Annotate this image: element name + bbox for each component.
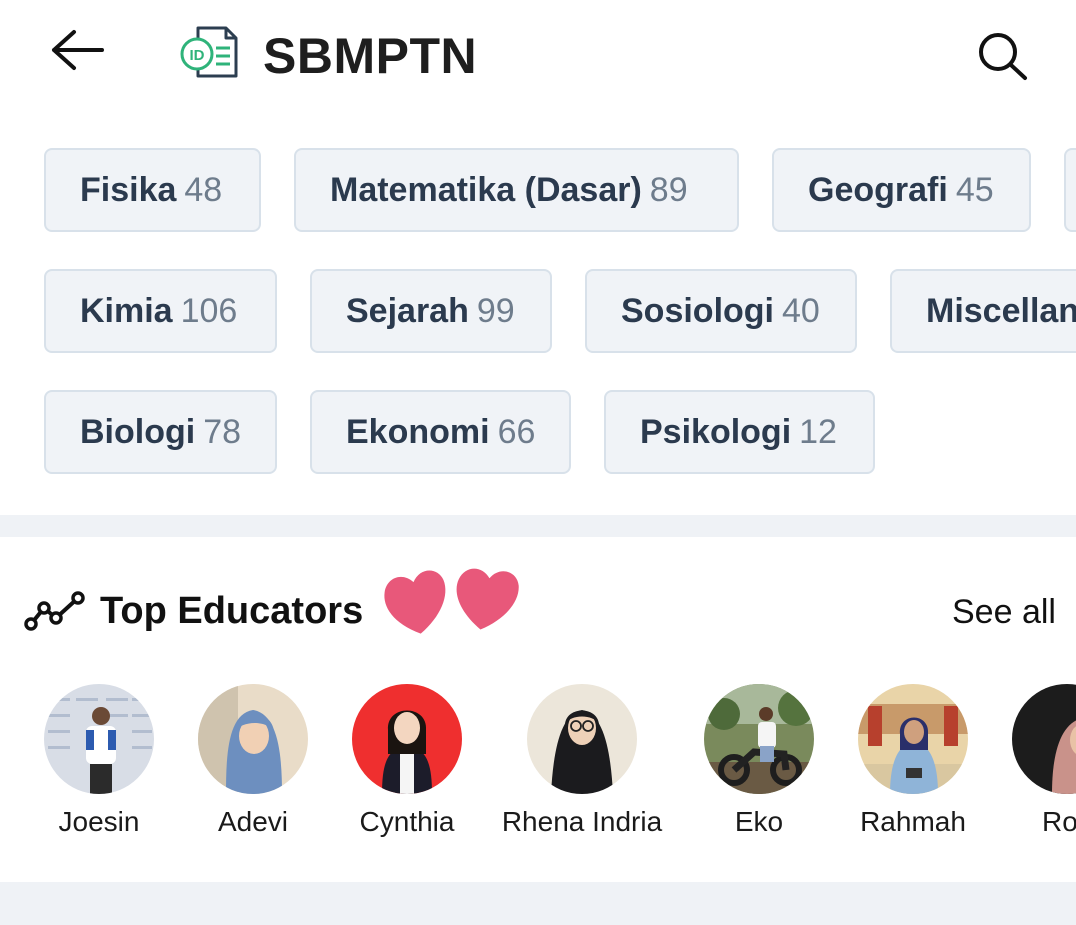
subject-count: 89: [649, 171, 688, 209]
trend-line-icon: [24, 591, 85, 631]
educator-item[interactable]: Ros: [979, 684, 1076, 844]
subject-count: 66: [497, 413, 536, 451]
educator-item[interactable]: Rahmah: [825, 684, 1001, 844]
subject-chip[interactable]: Biologi 78: [44, 390, 277, 474]
subject-count: 12: [799, 413, 837, 451]
subject-chip[interactable]: Sejarah 99: [310, 269, 552, 353]
subject-chip[interactable]: Kimia 106: [44, 269, 277, 353]
section-title: Top Educators: [100, 590, 364, 632]
educator-item[interactable]: Rhena Indria: [494, 684, 670, 844]
subject-chip-partial[interactable]: [1064, 148, 1076, 232]
subject-name: Sosiologi: [621, 292, 774, 330]
subject-chip[interactable]: Sosiologi 40: [585, 269, 857, 353]
educator-item[interactable]: Cynthia: [319, 684, 495, 844]
section-divider: [0, 515, 1076, 537]
subject-count: 78: [203, 413, 242, 451]
educator-name: Eko: [734, 806, 784, 837]
educator-item[interactable]: Eko: [671, 684, 847, 844]
subject-name: Kimia: [80, 292, 173, 330]
educator-name: Rhena Indria: [501, 806, 663, 837]
subject-chip[interactable]: Miscellan: [890, 269, 1076, 353]
educator-item[interactable]: Adevi: [165, 684, 341, 844]
subject-name: Fisika: [80, 171, 177, 209]
educator-name: Joesin: [58, 806, 140, 837]
subject-name: Psikologi: [640, 413, 792, 451]
avatar: [527, 684, 637, 794]
section-divider: [0, 882, 1076, 925]
subject-count: 45: [955, 171, 994, 209]
subject-count: 99: [476, 292, 515, 330]
educator-name: Adevi: [217, 806, 289, 837]
avatar: [858, 684, 968, 794]
subject-name: Miscellan: [926, 292, 1076, 330]
subject-chips: Fisika 48 Matematika (Dasar) 89 Geografi 45…: [0, 0, 1076, 500]
avatar: [44, 684, 154, 794]
subject-count: 40: [782, 292, 820, 330]
subject-name: Geografi: [808, 171, 948, 209]
subject-chip[interactable]: Fisika 48: [44, 148, 261, 232]
avatar: [352, 684, 462, 794]
subject-name: Sejarah: [346, 292, 469, 330]
heart-icon: [380, 560, 528, 640]
educator-name: Ros: [1042, 806, 1076, 837]
subject-name: Biologi: [80, 413, 196, 451]
avatar: [198, 684, 308, 794]
educator-name: Rahmah: [860, 806, 966, 837]
educator-item[interactable]: Joesin: [11, 684, 187, 844]
subject-name: Matematika (Dasar): [330, 171, 642, 209]
see-all-link[interactable]: See all: [952, 590, 1056, 634]
subject-chip[interactable]: Matematika (Dasar) 89: [294, 148, 739, 232]
avatar: [704, 684, 814, 794]
avatar: [1012, 684, 1076, 794]
subject-name: Ekonomi: [346, 413, 490, 451]
subject-chip[interactable]: Ekonomi 66: [310, 390, 571, 474]
educator-name: Cynthia: [359, 806, 455, 837]
subject-chip[interactable]: Geografi 45: [772, 148, 1031, 232]
subject-count: 106: [180, 292, 238, 330]
subject-chip[interactable]: Psikologi 12: [604, 390, 875, 474]
subject-count: 48: [184, 171, 223, 209]
